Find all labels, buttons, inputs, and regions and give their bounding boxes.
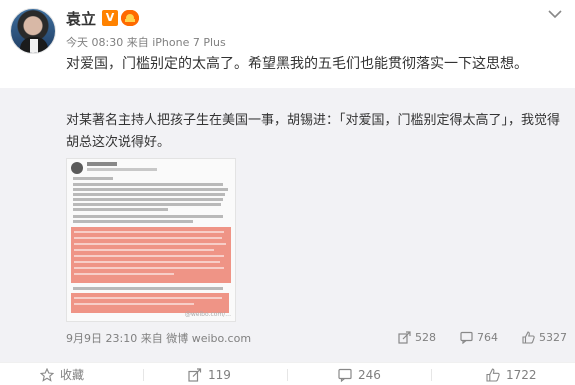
thumb-text-line — [73, 183, 223, 186]
thumb-meta — [87, 168, 157, 171]
favorite-label: 收藏 — [60, 368, 85, 382]
verified-badge-icon[interactable]: V — [102, 10, 118, 26]
reposted-image-thumbnail[interactable]: @weibo.com/... — [66, 158, 236, 322]
action-bar: 收藏 119 246 1722 — [0, 362, 575, 385]
action-divider — [287, 369, 288, 381]
share-button[interactable]: 119 — [188, 367, 231, 383]
reposted-text: 对某著名主持人把孩子生在美国一事，胡锡进：「对爱国，门槛别定得太高了」，我觉得胡… — [66, 113, 561, 150]
action-divider — [431, 369, 432, 381]
reposted-comment-button[interactable]: 764 — [460, 330, 498, 346]
elephant-icon — [121, 10, 139, 26]
comment-icon — [338, 368, 352, 383]
thumb-text-line — [73, 215, 223, 218]
thumb-text-line — [73, 193, 225, 196]
thumb-highlight — [71, 293, 229, 313]
like-button[interactable]: 1722 — [486, 367, 537, 383]
post-content: 对爱国，门槛别定的太高了。希望黑我的五毛们也能贯彻落实一下这思想。 — [66, 56, 528, 72]
thumb-text-line — [73, 203, 221, 206]
reposted-source-prefix: 来自 — [140, 332, 163, 345]
favorite-button[interactable]: 收藏 — [39, 367, 85, 383]
share-icon — [188, 368, 202, 382]
comment-count: 246 — [358, 368, 381, 382]
action-divider — [143, 369, 144, 381]
reposted-like-button[interactable]: 5327 — [522, 330, 567, 346]
comment-icon — [460, 331, 473, 345]
thumbs-up-icon — [486, 368, 500, 382]
reposted-like-count: 5327 — [539, 331, 567, 344]
comment-button[interactable]: 246 — [338, 367, 381, 383]
username[interactable]: 袁立 — [66, 10, 96, 28]
post-meta: 今天 08:30 来自 iPhone 7 Plus — [66, 36, 226, 50]
thumb-text-line — [73, 208, 168, 211]
reposted-share-count: 528 — [415, 331, 436, 344]
share-icon — [398, 331, 411, 344]
post-time[interactable]: 今天 08:30 — [66, 36, 123, 49]
reposted-comment-count: 764 — [477, 331, 498, 344]
chevron-down-icon[interactable] — [547, 8, 563, 20]
thumb-name — [87, 162, 117, 166]
member-level-icon[interactable] — [121, 10, 139, 26]
reposted-share-button[interactable]: 528 — [398, 330, 436, 346]
reposted-time[interactable]: 9月9日 23:10 — [66, 332, 137, 345]
like-count: 1722 — [506, 368, 537, 382]
thumb-avatar — [71, 162, 83, 174]
weibo-post: 袁立 V 今天 08:30 来自 iPhone 7 Plus 对爱国，门槛别定的… — [0, 0, 575, 385]
reposted-meta: 9月9日 23:10 来自 微博 weibo.com — [66, 332, 251, 346]
post-source: iPhone 7 Plus — [152, 36, 226, 49]
thumbs-up-icon — [522, 331, 535, 344]
share-count: 119 — [208, 368, 231, 382]
avatar[interactable] — [10, 8, 56, 54]
thumb-watermark: @weibo.com/... — [184, 311, 231, 318]
star-icon — [39, 367, 55, 382]
avatar-shirt — [30, 39, 38, 53]
thumb-text-line — [73, 188, 228, 191]
reposted-card[interactable]: 对某著名主持人把孩子生在美国一事，胡锡进：「对爱国，门槛别定得太高了」，我觉得胡… — [0, 88, 575, 362]
thumb-text-line — [73, 198, 223, 201]
thumb-text-line — [73, 287, 223, 290]
thumb-highlight — [71, 227, 231, 283]
thumb-text-line — [73, 177, 113, 180]
thumb-text-line — [73, 220, 193, 223]
source-prefix: 来自 — [126, 36, 149, 49]
reposted-source: 微博 weibo.com — [166, 332, 252, 345]
